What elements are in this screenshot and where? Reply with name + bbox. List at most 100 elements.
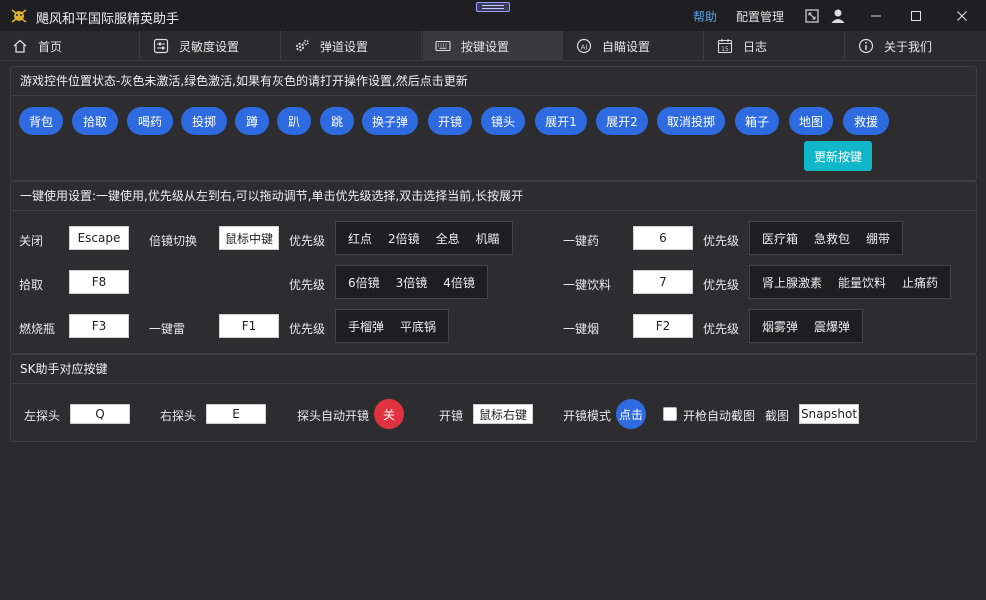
lean-right-key-input[interactable]: E <box>206 404 266 424</box>
med-key-input[interactable]: 6 <box>633 226 693 250</box>
screenshot-label: 截图 <box>765 409 790 423</box>
maximize-icon[interactable] <box>906 6 926 26</box>
close-label: 关闭 <box>19 234 44 248</box>
scope-mode-label: 开镜模式 <box>563 409 612 423</box>
one-key-title: 一键使用设置:一键使用,优先级从左到右,可以拖动调节,单击优先级选择,双击选择当… <box>11 182 976 211</box>
priority-item[interactable]: 震爆弹 <box>806 318 858 335</box>
control-button-throw[interactable]: 投掷 <box>181 107 227 135</box>
control-state-title: 游戏控件位置状态-灰色未激活,绿色激活,如果有灰色的请打开操作设置,然后点击更新 <box>11 67 976 96</box>
drag-handle[interactable] <box>476 2 510 12</box>
priority-item[interactable]: 能量饮料 <box>830 274 894 291</box>
priority-label: 优先级 <box>703 322 740 336</box>
smoke-label: 一键烟 <box>563 322 600 336</box>
gears-icon <box>294 38 310 54</box>
fullscreen-icon[interactable] <box>802 6 822 26</box>
svg-text:AI: AI <box>581 44 588 52</box>
tab-ballistics[interactable]: 弹道设置 <box>282 31 422 61</box>
control-button-camera[interactable]: 镜头 <box>481 107 525 135</box>
control-button-prone[interactable]: 趴 <box>277 107 311 135</box>
drink-key-input[interactable]: 7 <box>633 270 693 294</box>
control-button-cancel-throw[interactable]: 取消投掷 <box>657 107 725 135</box>
control-button-expand2[interactable]: 展开2 <box>596 107 648 135</box>
priority-label: 优先级 <box>289 278 326 292</box>
grenade-key-input[interactable]: F1 <box>219 314 279 338</box>
priority-item[interactable]: 急救包 <box>806 230 858 247</box>
tab-label: 首页 <box>38 39 63 54</box>
control-button-pickup[interactable]: 拾取 <box>72 107 118 135</box>
zoom-switch-key-input[interactable]: 鼠标中键 <box>219 226 279 250</box>
control-button-drink[interactable]: 喝药 <box>127 107 173 135</box>
control-state-panel: 游戏控件位置状态-灰色未激活,绿色激活,如果有灰色的请打开操作设置,然后点击更新… <box>10 66 977 181</box>
throw-priority-list: 手榴弹 平底锅 <box>335 309 450 343</box>
auto-screenshot-label: 开枪自动截图 <box>683 409 756 423</box>
priority-item[interactable]: 6倍镜 <box>340 274 388 291</box>
config-management-link[interactable]: 配置管理 <box>736 8 784 25</box>
keyboard-icon <box>435 38 451 54</box>
scope-mode-toggle[interactable]: 点击 <box>616 399 646 429</box>
tab-aim[interactable]: AI 自瞄设置 <box>564 31 704 61</box>
one-key-panel: 一键使用设置:一键使用,优先级从左到右,可以拖动调节,单击优先级选择,双击选择当… <box>10 181 977 354</box>
close-icon[interactable] <box>952 6 972 26</box>
screenshot-key-input[interactable]: Snapshot <box>799 404 859 424</box>
sk-helper-title: SK助手对应按键 <box>11 355 976 384</box>
tab-home[interactable]: 首页 <box>0 31 140 61</box>
lean-left-key-input[interactable]: Q <box>70 404 130 424</box>
priority-item[interactable]: 红点 <box>340 230 380 247</box>
priority-item[interactable]: 机瞄 <box>468 230 508 247</box>
help-link[interactable]: 帮助 <box>693 8 717 25</box>
user-icon[interactable] <box>828 6 848 26</box>
control-button-expand1[interactable]: 展开1 <box>535 107 587 135</box>
priority-item[interactable]: 手榴弹 <box>340 318 392 335</box>
priority-item[interactable]: 平底锅 <box>392 318 444 335</box>
app-title: 飓风和平国际服精英助手 <box>36 12 180 27</box>
minimize-icon[interactable] <box>866 6 886 26</box>
priority-item[interactable]: 全息 <box>428 230 468 247</box>
smoke-key-input[interactable]: F2 <box>633 314 693 338</box>
priority-item[interactable]: 烟雾弹 <box>754 318 806 335</box>
ai-target-icon: AI <box>576 38 592 54</box>
control-button-backpack[interactable]: 背包 <box>19 107 63 135</box>
control-button-scope[interactable]: 开镜 <box>428 107 472 135</box>
med-priority-list: 医疗箱 急救包 绷带 <box>749 221 904 255</box>
molotov-label: 燃烧瓶 <box>19 322 56 336</box>
tab-sensitivity[interactable]: 灵敏度设置 <box>141 31 281 61</box>
lean-right-label: 右探头 <box>160 409 197 423</box>
tab-about[interactable]: 关于我们 <box>846 31 986 61</box>
tab-label: 日志 <box>743 39 768 54</box>
priority-item[interactable]: 医疗箱 <box>754 230 806 247</box>
priority-item[interactable]: 2倍镜 <box>380 230 428 247</box>
control-button-rescue[interactable]: 救援 <box>843 107 889 135</box>
tab-label: 关于我们 <box>884 39 933 54</box>
title-bar: 飓风和平国际服精英助手 帮助 配置管理 <box>0 0 986 31</box>
priority-label: 优先级 <box>289 322 326 336</box>
med-label: 一键药 <box>563 234 600 248</box>
close-key-input[interactable]: Escape <box>69 226 129 250</box>
control-button-map[interactable]: 地图 <box>789 107 833 135</box>
scope-key-input[interactable]: 鼠标右键 <box>473 404 533 424</box>
app-logo-icon <box>11 9 27 23</box>
control-button-jump[interactable]: 跳 <box>320 107 354 135</box>
calendar-icon: 15 <box>717 38 733 54</box>
priority-label: 优先级 <box>703 234 740 248</box>
tab-keybinds[interactable]: 按键设置 <box>423 31 563 61</box>
priority-item[interactable]: 绷带 <box>858 230 898 247</box>
control-button-crouch[interactable]: 蹲 <box>235 107 269 135</box>
control-button-reload[interactable]: 换子弹 <box>362 107 418 135</box>
pickup-key-input[interactable]: F8 <box>69 270 129 294</box>
tab-log[interactable]: 15 日志 <box>705 31 845 61</box>
priority-item[interactable]: 4倍镜 <box>435 274 483 291</box>
grenade-label: 一键雷 <box>149 322 186 336</box>
tab-label: 按键设置 <box>461 39 510 54</box>
auto-screenshot-checkbox[interactable] <box>663 407 677 421</box>
priority-item[interactable]: 3倍镜 <box>388 274 436 291</box>
priority-item[interactable]: 止痛药 <box>894 274 946 291</box>
update-keys-button[interactable]: 更新按键 <box>804 141 872 171</box>
molotov-key-input[interactable]: F3 <box>69 314 129 338</box>
smoke-priority-list: 烟雾弹 震爆弹 <box>749 309 864 343</box>
priority-label: 优先级 <box>703 278 740 292</box>
info-icon <box>858 38 874 54</box>
priority-label: 优先级 <box>289 234 326 248</box>
auto-scope-toggle[interactable]: 关 <box>374 399 404 429</box>
control-button-box[interactable]: 箱子 <box>735 107 779 135</box>
priority-item[interactable]: 肾上腺激素 <box>754 274 830 291</box>
